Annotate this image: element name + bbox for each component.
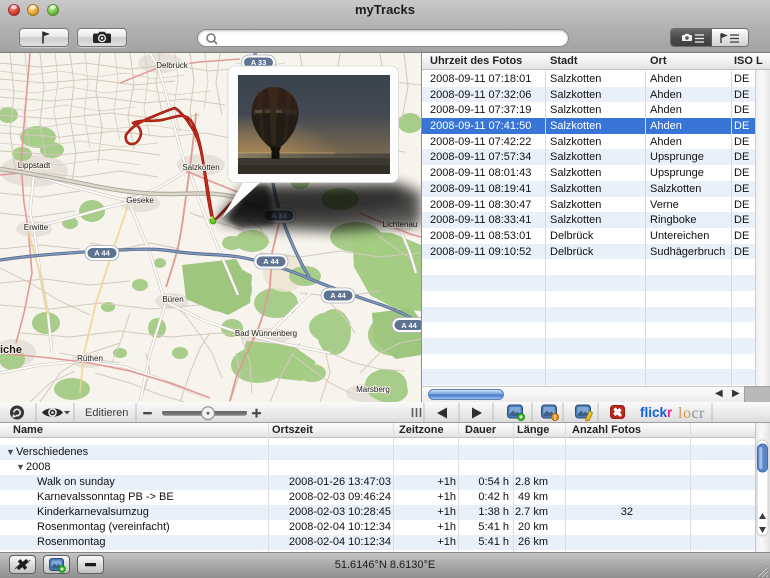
svg-text:Editieren: Editieren [85, 407, 128, 419]
svg-text:A 44: A 44 [94, 249, 110, 258]
svg-text:Lippstadt: Lippstadt [18, 161, 51, 170]
svg-text:A 44: A 44 [330, 291, 346, 300]
svg-text:Büren: Büren [162, 295, 183, 304]
svg-text:flickr: flickr [640, 405, 673, 420]
svg-text:Bad Wünnenberg: Bad Wünnenberg [235, 329, 297, 338]
svg-text:locr: locr [678, 405, 705, 422]
svg-text:Rüthen: Rüthen [77, 354, 103, 363]
svg-text:Salzkotten: Salzkotten [182, 163, 219, 172]
svg-text:A 44: A 44 [401, 321, 417, 330]
svg-text:Marsberg: Marsberg [356, 385, 390, 394]
svg-text:iche: iche [0, 344, 22, 356]
svg-text:Geseke: Geseke [126, 196, 154, 205]
svg-text:A 44: A 44 [263, 257, 279, 266]
svg-text:Erwitte: Erwitte [24, 223, 49, 232]
svg-text:Delbrück: Delbrück [156, 61, 189, 70]
